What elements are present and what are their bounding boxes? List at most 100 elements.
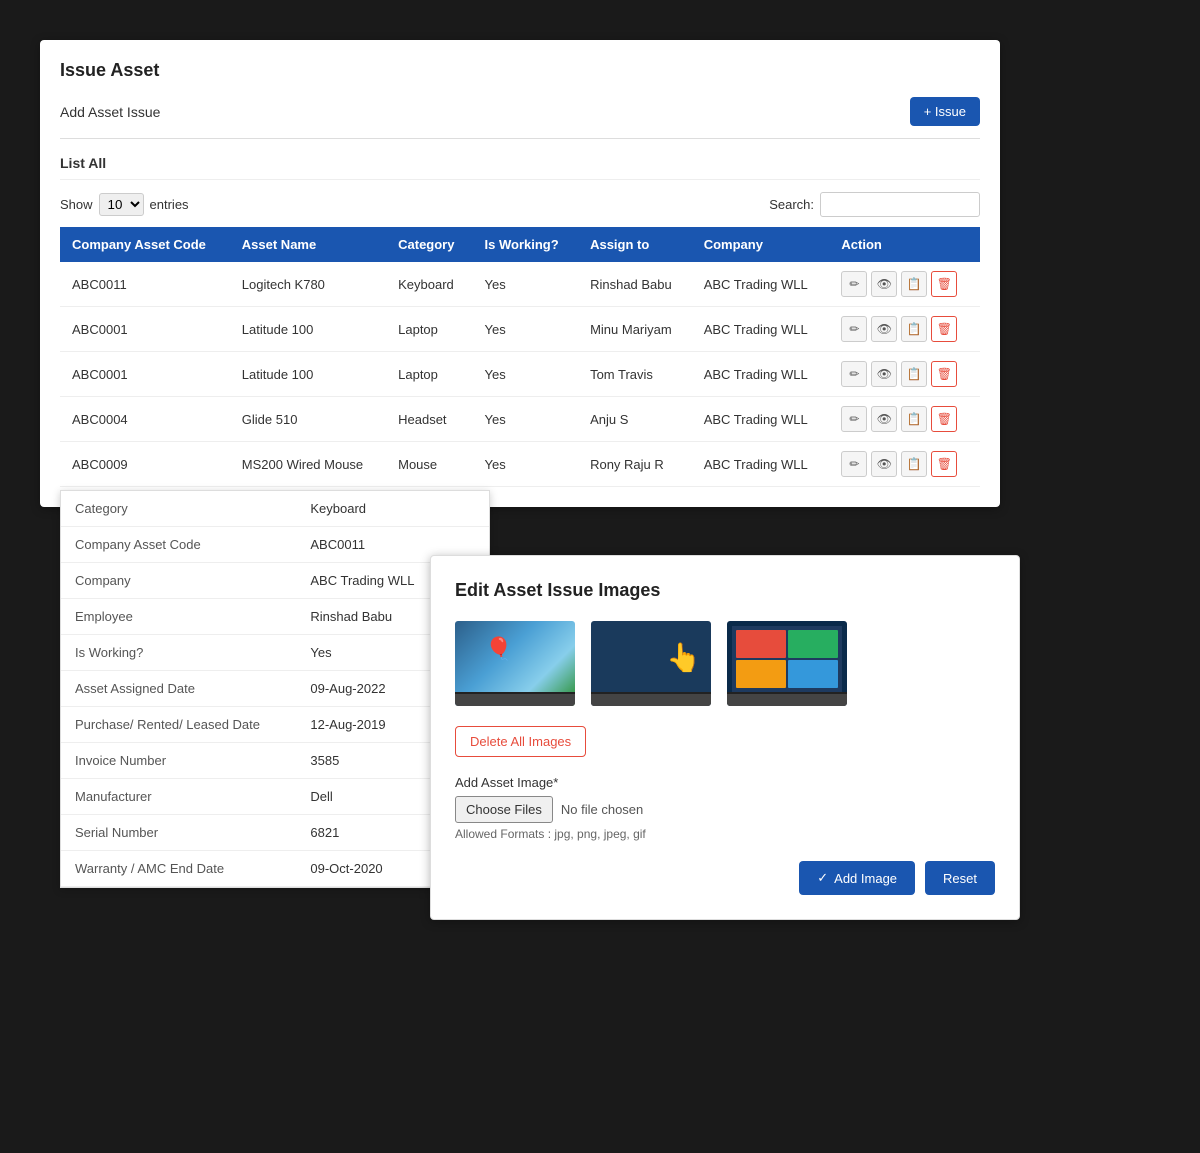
- images-row: [455, 621, 995, 706]
- entries-select[interactable]: 10 25 50: [99, 193, 144, 216]
- cell-category: Laptop: [386, 307, 472, 352]
- add-image-button[interactable]: ✓ Add Image: [799, 861, 915, 895]
- add-image-label: Add Asset Image*: [455, 775, 995, 790]
- copy-button[interactable]: 📋: [901, 316, 927, 342]
- cell-action: ✏ 👁 📋 🗑: [829, 397, 980, 442]
- cell-working: Yes: [473, 442, 579, 487]
- file-input-row: Choose Files No file chosen: [455, 796, 995, 823]
- delete-button[interactable]: 🗑: [931, 451, 957, 477]
- cell-action: ✏ 👁 📋 🗑: [829, 307, 980, 352]
- thumbnail-1: [455, 621, 575, 706]
- detail-row: Purchase/ Rented/ Leased Date 12-Aug-201…: [61, 707, 489, 743]
- cell-action: ✏ 👁 📋 🗑: [829, 352, 980, 397]
- allowed-formats: Allowed Formats : jpg, png, jpeg, gif: [455, 827, 995, 841]
- choose-files-button[interactable]: Choose Files: [455, 796, 553, 823]
- main-card: Issue Asset Add Asset Issue + Issue List…: [40, 40, 1000, 507]
- detail-row: Company ABC Trading WLL: [61, 563, 489, 599]
- copy-button[interactable]: 📋: [901, 361, 927, 387]
- table-row: ABC0001 Latitude 100 Laptop Yes Minu Mar…: [60, 307, 980, 352]
- cell-name: Latitude 100: [230, 352, 386, 397]
- cell-assign: Minu Mariyam: [578, 307, 692, 352]
- detail-row: Invoice Number 3585: [61, 743, 489, 779]
- cell-working: Yes: [473, 397, 579, 442]
- delete-button[interactable]: 🗑: [931, 316, 957, 342]
- edit-button[interactable]: ✏: [841, 406, 867, 432]
- cell-action: ✏ 👁 📋 🗑: [829, 442, 980, 487]
- col-header-working: Is Working?: [473, 227, 579, 262]
- view-button[interactable]: 👁: [871, 316, 897, 342]
- detail-value: Keyboard: [296, 491, 489, 527]
- edit-images-title: Edit Asset Issue Images: [455, 580, 995, 601]
- cell-code: ABC0001: [60, 307, 230, 352]
- tile-4: [788, 660, 838, 688]
- no-file-text: No file chosen: [561, 802, 643, 817]
- detail-label: Category: [61, 491, 296, 527]
- issue-button[interactable]: + Issue: [910, 97, 980, 126]
- edit-images-footer: ✓ Add Image Reset: [455, 861, 995, 895]
- copy-button[interactable]: 📋: [901, 451, 927, 477]
- cell-category: Laptop: [386, 352, 472, 397]
- laptop-3-screen: [732, 626, 842, 692]
- detail-row: Company Asset Code ABC0011: [61, 527, 489, 563]
- cell-code: ABC0009: [60, 442, 230, 487]
- cell-code: ABC0011: [60, 262, 230, 307]
- cell-code: ABC0004: [60, 397, 230, 442]
- view-button[interactable]: 👁: [871, 361, 897, 387]
- show-entries: Show 10 25 50 entries: [60, 193, 189, 216]
- search-input[interactable]: [820, 192, 980, 217]
- detail-label: Serial Number: [61, 815, 296, 851]
- detail-label: Is Working?: [61, 635, 296, 671]
- checkmark-icon: ✓: [817, 870, 828, 886]
- edit-button[interactable]: ✏: [841, 316, 867, 342]
- list-all-title: List All: [60, 155, 980, 180]
- edit-button[interactable]: ✏: [841, 271, 867, 297]
- detail-row: Category Keyboard: [61, 491, 489, 527]
- detail-label: Warranty / AMC End Date: [61, 851, 296, 887]
- view-button[interactable]: 👁: [871, 271, 897, 297]
- cell-working: Yes: [473, 262, 579, 307]
- search-label: Search:: [769, 197, 814, 212]
- detail-label: Company Asset Code: [61, 527, 296, 563]
- reset-button[interactable]: Reset: [925, 861, 995, 895]
- entries-label: entries: [150, 197, 189, 212]
- cell-working: Yes: [473, 307, 579, 352]
- delete-button[interactable]: 🗑: [931, 361, 957, 387]
- page-title: Issue Asset: [60, 60, 980, 81]
- cell-assign: Anju S: [578, 397, 692, 442]
- detail-label: Asset Assigned Date: [61, 671, 296, 707]
- detail-row: Asset Assigned Date 09-Aug-2022: [61, 671, 489, 707]
- view-button[interactable]: 👁: [871, 451, 897, 477]
- show-label: Show: [60, 197, 93, 212]
- cell-name: Latitude 100: [230, 307, 386, 352]
- table-row: ABC0009 MS200 Wired Mouse Mouse Yes Rony…: [60, 442, 980, 487]
- cell-company: ABC Trading WLL: [692, 307, 830, 352]
- copy-button[interactable]: 📋: [901, 406, 927, 432]
- copy-button[interactable]: 📋: [901, 271, 927, 297]
- search-box: Search:: [769, 192, 980, 217]
- delete-button[interactable]: 🗑: [931, 271, 957, 297]
- detail-label: Manufacturer: [61, 779, 296, 815]
- edit-button[interactable]: ✏: [841, 451, 867, 477]
- col-header-code: Company Asset Code: [60, 227, 230, 262]
- detail-label: Company: [61, 563, 296, 599]
- detail-label: Employee: [61, 599, 296, 635]
- edit-images-card: Edit Asset Issue Images Delete All Image…: [430, 555, 1020, 920]
- edit-button[interactable]: ✏: [841, 361, 867, 387]
- detail-row: Is Working? Yes: [61, 635, 489, 671]
- col-header-name: Asset Name: [230, 227, 386, 262]
- cell-code: ABC0001: [60, 352, 230, 397]
- col-header-category: Category: [386, 227, 472, 262]
- cell-category: Headset: [386, 397, 472, 442]
- data-table: Company Asset Code Asset Name Category I…: [60, 227, 980, 487]
- detail-row: Employee Rinshad Babu: [61, 599, 489, 635]
- action-icons: ✏ 👁 📋 🗑: [841, 316, 968, 342]
- cell-assign: Rony Raju R: [578, 442, 692, 487]
- table-controls: Show 10 25 50 entries Search:: [60, 192, 980, 217]
- add-image-button-label: Add Image: [834, 871, 897, 886]
- delete-button[interactable]: 🗑: [931, 406, 957, 432]
- table-row: ABC0011 Logitech K780 Keyboard Yes Rinsh…: [60, 262, 980, 307]
- detail-table: Category Keyboard Company Asset Code ABC…: [61, 491, 489, 887]
- delete-all-button[interactable]: Delete All Images: [455, 726, 586, 757]
- action-icons: ✏ 👁 📋 🗑: [841, 451, 968, 477]
- view-button[interactable]: 👁: [871, 406, 897, 432]
